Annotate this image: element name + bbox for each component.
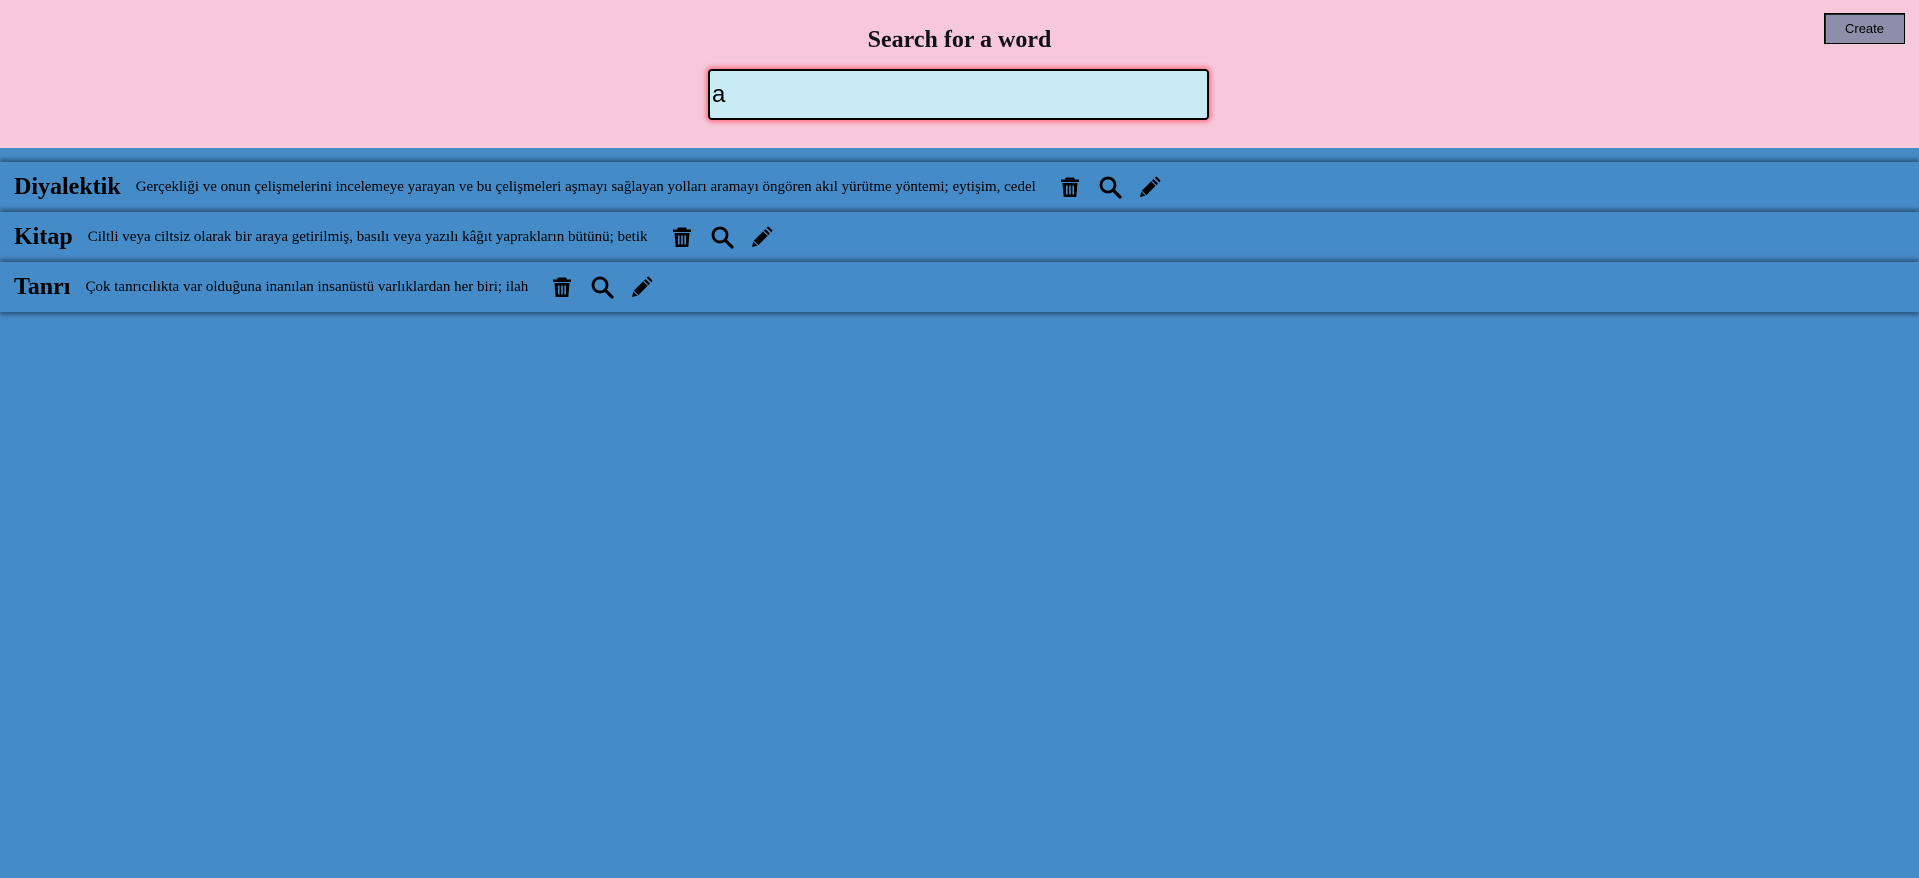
word-definition: Gerçekliği ve onun çelişmelerini incelem… xyxy=(135,178,1036,195)
trash-icon[interactable] xyxy=(1058,175,1082,199)
create-button[interactable]: Create xyxy=(1824,13,1905,44)
page-title: Search for a word xyxy=(867,27,1052,53)
word-definition: Çok tanrıcılıkta var olduğuna inanılan i… xyxy=(85,278,529,295)
row-actions xyxy=(670,225,790,249)
word-row: Diyalektik Gerçekliği ve onun çelişmeler… xyxy=(0,162,1919,212)
header: Search for a word Create xyxy=(0,0,1919,148)
word-title: Kitap xyxy=(14,223,73,250)
trash-icon[interactable] xyxy=(550,275,574,299)
row-actions xyxy=(1058,175,1178,199)
word-row: Kitap Ciltli veya ciltsiz olarak bir ara… xyxy=(0,212,1919,262)
pencil-icon[interactable] xyxy=(630,275,654,299)
search-input[interactable] xyxy=(708,69,1209,120)
search-icon[interactable] xyxy=(590,275,614,299)
word-definition: Ciltli veya ciltsiz olarak bir araya get… xyxy=(87,228,648,245)
word-row: Tanrı Çok tanrıcılıkta var olduğuna inan… xyxy=(0,262,1919,312)
row-actions xyxy=(550,275,670,299)
search-icon[interactable] xyxy=(710,225,734,249)
trash-icon[interactable] xyxy=(670,225,694,249)
pencil-icon[interactable] xyxy=(1138,175,1162,199)
word-title: Tanrı xyxy=(14,273,71,300)
search-icon[interactable] xyxy=(1098,175,1122,199)
word-title: Diyalektik xyxy=(14,173,121,200)
pencil-icon[interactable] xyxy=(750,225,774,249)
